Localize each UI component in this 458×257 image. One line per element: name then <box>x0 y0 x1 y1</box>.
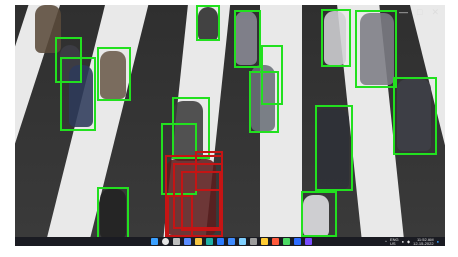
system-tray: ^ ENG US ● ◆ 11:52 AM 12-15-2022 ● <box>385 237 439 246</box>
language-indicator[interactable]: ENG US <box>390 237 399 246</box>
detection-box <box>321 9 351 67</box>
app-icon-2[interactable] <box>272 238 279 245</box>
app-icon-3[interactable] <box>283 238 290 245</box>
minimize-button[interactable]: — <box>399 7 408 18</box>
search-icon[interactable] <box>162 238 169 245</box>
screen: — □ ✕ ^ ENG US ● ◆ 11:52 AM 12-15-2022 ● <box>15 5 445 246</box>
clock[interactable]: 11:52 AM 12-15-2022 <box>413 237 434 246</box>
tracked-box <box>195 151 223 191</box>
app-icon-4[interactable] <box>294 238 301 245</box>
wifi-icon[interactable]: ● <box>402 239 404 244</box>
file-explorer-icon[interactable] <box>195 238 202 245</box>
detection-box <box>393 77 437 155</box>
store-icon[interactable] <box>217 238 224 245</box>
detection-box <box>249 71 279 133</box>
notifications-icon[interactable]: ● <box>437 239 439 244</box>
app-icon-1[interactable] <box>261 238 268 245</box>
window-controls: — □ ✕ <box>399 7 439 18</box>
detection-box <box>234 10 261 68</box>
detection-box <box>315 105 353 191</box>
tracked-box <box>167 195 193 237</box>
volume-icon[interactable]: ◆ <box>407 239 410 244</box>
close-button[interactable]: ✕ <box>431 7 439 18</box>
app-icon-5[interactable] <box>305 238 312 245</box>
clock-date: 12-15-2022 <box>413 240 434 246</box>
widgets-icon[interactable] <box>184 238 191 245</box>
detection-box <box>196 5 220 41</box>
taskbar: ^ ENG US ● ◆ 11:52 AM 12-15-2022 ● <box>15 237 445 246</box>
video-frame: — □ ✕ <box>15 5 445 237</box>
detection-box <box>97 47 131 101</box>
maximize-button[interactable]: □ <box>417 7 422 18</box>
task-view-icon[interactable] <box>173 238 180 245</box>
tray-chevron-icon[interactable]: ^ <box>385 239 387 244</box>
windows-start-icon[interactable] <box>151 238 158 245</box>
photos-icon[interactable] <box>239 238 246 245</box>
edge-icon[interactable] <box>206 238 213 245</box>
detection-box <box>60 57 96 131</box>
detection-box <box>97 187 129 237</box>
detection-box <box>301 191 337 237</box>
settings-icon[interactable] <box>250 238 257 245</box>
detection-box <box>355 10 397 88</box>
mail-icon[interactable] <box>228 238 235 245</box>
